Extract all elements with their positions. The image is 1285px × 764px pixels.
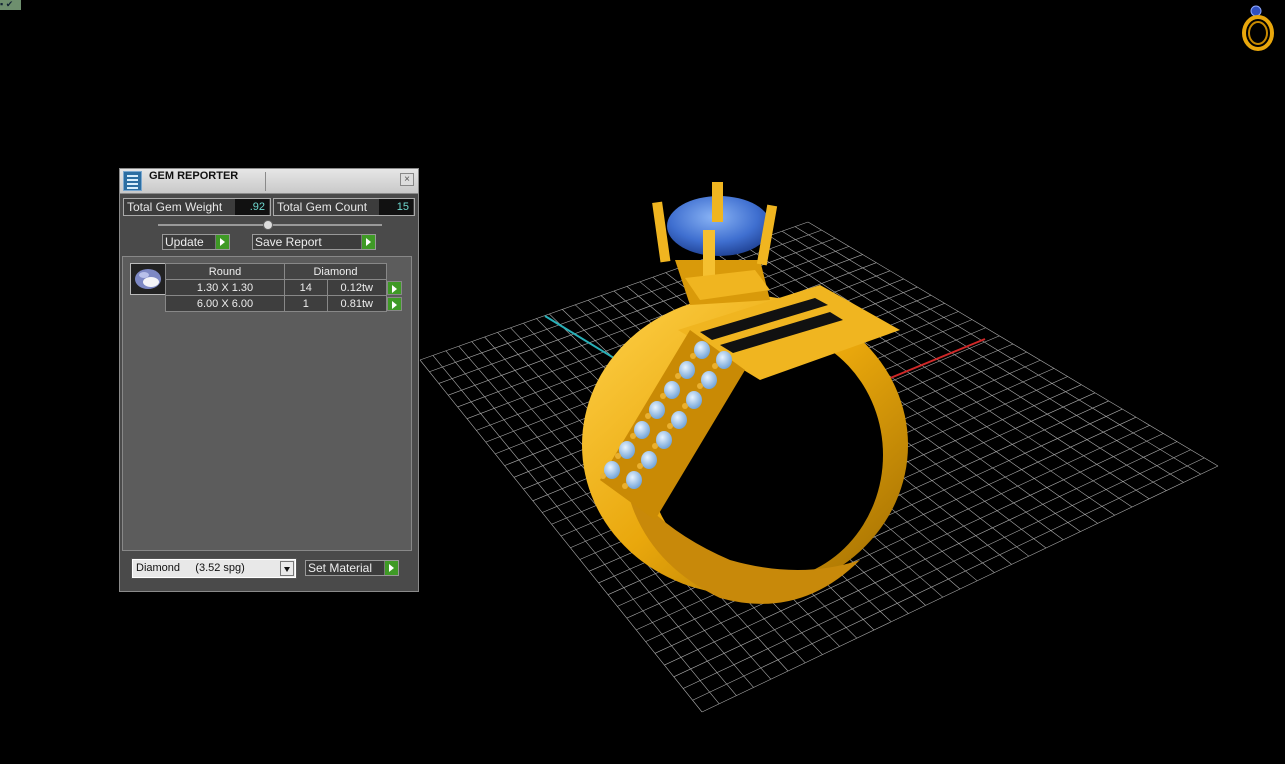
row-go-cell bbox=[386, 279, 404, 296]
ring-nav-icon[interactable] bbox=[1236, 4, 1280, 52]
material-select[interactable]: Diamond (3.52 spg) bbox=[131, 558, 297, 579]
viewport-corner-icon[interactable]: ▪ ✔ bbox=[0, 0, 21, 10]
side-stone bbox=[634, 421, 650, 439]
material-selected: Diamond (3.52 spg) bbox=[136, 562, 245, 574]
gem-size: 1.30 X 1.30 bbox=[165, 279, 285, 296]
gem-weight: 0.81tw bbox=[326, 295, 387, 312]
bead-prong bbox=[652, 443, 658, 449]
update-button[interactable]: Update bbox=[162, 234, 230, 250]
bead-prong bbox=[645, 413, 651, 419]
gem-count: 1 bbox=[284, 295, 328, 312]
chevron-down-icon[interactable] bbox=[280, 561, 294, 576]
total-gem-count-value: 15 bbox=[379, 199, 413, 215]
gem-reporter-panel: GEM REPORTER × Total Gem Weight .92 Tota… bbox=[119, 168, 419, 592]
bead-prong bbox=[690, 353, 696, 359]
bead-prong bbox=[630, 433, 636, 439]
green-arrow-icon[interactable] bbox=[215, 235, 229, 249]
side-stone bbox=[604, 461, 620, 479]
gem-size: 6.00 X 6.00 bbox=[165, 295, 285, 312]
stone-header: Diamond bbox=[284, 263, 387, 280]
update-label: Update bbox=[165, 235, 204, 249]
bead-prong bbox=[622, 483, 628, 489]
bead-prong bbox=[667, 423, 673, 429]
table-row[interactable]: 6.00 X 6.00 1 0.81tw bbox=[165, 295, 404, 312]
gem-weight: 0.12tw bbox=[326, 279, 387, 296]
gem-count: 14 bbox=[284, 279, 328, 296]
gem-reporter-titlebar[interactable]: GEM REPORTER × bbox=[120, 169, 418, 194]
close-icon[interactable]: × bbox=[400, 173, 414, 186]
side-stone bbox=[649, 401, 665, 419]
side-stone bbox=[619, 441, 635, 459]
side-stone bbox=[641, 451, 657, 469]
bead-prong bbox=[697, 383, 703, 389]
gem-list: Round Diamond 1.30 X 1.30 14 0.12tw 6.00… bbox=[122, 256, 412, 551]
side-stone bbox=[664, 381, 680, 399]
side-stone bbox=[679, 361, 695, 379]
side-stone bbox=[694, 341, 710, 359]
shape-header: Round bbox=[165, 263, 285, 280]
row-go-cell bbox=[386, 295, 404, 312]
save-report-label: Save Report bbox=[255, 235, 322, 249]
save-report-button[interactable]: Save Report bbox=[252, 234, 376, 250]
side-stone bbox=[701, 371, 717, 389]
green-arrow-icon[interactable] bbox=[384, 561, 398, 575]
table-header-row: Round Diamond bbox=[165, 263, 404, 280]
bead-prong bbox=[675, 373, 681, 379]
side-stone bbox=[716, 351, 732, 369]
total-gem-weight-value: .92 bbox=[235, 199, 269, 215]
bead-prong bbox=[600, 473, 606, 479]
panel-title: GEM REPORTER bbox=[149, 170, 239, 182]
set-material-button[interactable]: Set Material bbox=[305, 560, 399, 576]
title-separator bbox=[265, 172, 266, 191]
set-material-label: Set Material bbox=[308, 561, 373, 575]
bead-prong bbox=[615, 453, 621, 459]
side-stone bbox=[626, 471, 642, 489]
side-stone bbox=[671, 411, 687, 429]
bead-prong bbox=[637, 463, 643, 469]
green-arrow-icon[interactable] bbox=[387, 280, 402, 295]
green-arrow-icon[interactable] bbox=[361, 235, 375, 249]
total-gem-count-label: Total Gem Count bbox=[277, 200, 368, 214]
side-stone bbox=[656, 431, 672, 449]
bead-prong bbox=[712, 363, 718, 369]
spacer-cell bbox=[386, 263, 404, 280]
slider-thumb[interactable] bbox=[263, 220, 273, 230]
side-stone bbox=[686, 391, 702, 409]
table-row[interactable]: 1.30 X 1.30 14 0.12tw bbox=[165, 279, 404, 296]
bead-prong bbox=[660, 393, 666, 399]
total-gem-weight-label: Total Gem Weight bbox=[127, 200, 223, 214]
green-arrow-icon[interactable] bbox=[387, 296, 402, 311]
gem-reporter-icon bbox=[123, 171, 142, 191]
ring-model[interactable] bbox=[582, 182, 908, 604]
bead-prong bbox=[682, 403, 688, 409]
round-gem-icon[interactable] bbox=[130, 263, 166, 295]
gem-table: Round Diamond 1.30 X 1.30 14 0.12tw 6.00… bbox=[165, 263, 404, 312]
